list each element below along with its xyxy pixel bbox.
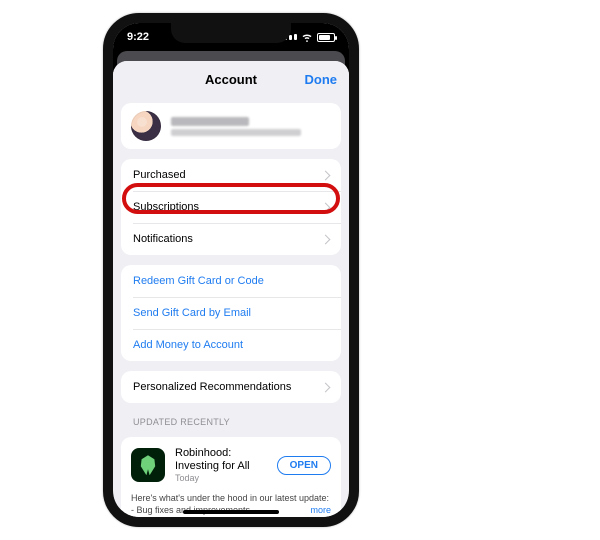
link-add-money[interactable]: Add Money to Account (121, 329, 341, 361)
profile-email-redacted (171, 129, 301, 136)
link-redeem[interactable]: Redeem Gift Card or Code (121, 265, 341, 297)
chevron-right-icon (321, 382, 331, 392)
menu-notifications[interactable]: Notifications (121, 223, 341, 255)
profile-row[interactable] (121, 103, 341, 149)
app-row[interactable]: Robinhood: Investing for All Today OPEN (121, 437, 341, 493)
profile-text (171, 117, 301, 136)
wifi-icon (301, 31, 313, 43)
app-title: Robinhood: Investing for All (175, 447, 267, 473)
personalized-group: Personalized Recommendations (121, 371, 341, 403)
account-sheet: Account Done Purchased (113, 61, 349, 517)
menu-label: Purchased (133, 169, 186, 181)
done-button[interactable]: Done (305, 61, 338, 97)
sheet-header: Account Done (113, 61, 349, 97)
menu-subscriptions[interactable]: Subscriptions (121, 191, 341, 223)
page-title: Account (205, 72, 257, 87)
personalized-recommendations[interactable]: Personalized Recommendations (121, 371, 341, 403)
section-updated-recently: UPDATED RECENTLY (133, 417, 337, 427)
menu-label: Personalized Recommendations (133, 381, 291, 393)
device-notch (171, 23, 291, 43)
avatar (131, 111, 161, 141)
home-indicator[interactable] (183, 510, 279, 514)
chevron-right-icon (321, 234, 331, 244)
chevron-right-icon (321, 170, 331, 180)
status-time: 9:22 (127, 31, 149, 43)
more-link[interactable]: more (310, 505, 331, 517)
app-subtitle: Today (175, 473, 267, 483)
sheet-scroll[interactable]: Purchased Subscriptions Notifications Re… (113, 97, 349, 517)
phone-frame: 9:22 Account Done (103, 13, 359, 527)
menu-group: Purchased Subscriptions Notifications (121, 159, 341, 255)
app-icon-robinhood (131, 448, 165, 482)
chevron-right-icon (321, 202, 331, 212)
open-button[interactable]: OPEN (277, 456, 331, 475)
app-card-robinhood: Robinhood: Investing for All Today OPEN … (121, 437, 341, 517)
menu-purchased[interactable]: Purchased (121, 159, 341, 191)
menu-label: Subscriptions (133, 201, 199, 213)
feather-icon (140, 455, 156, 475)
phone-screen: 9:22 Account Done (113, 23, 349, 517)
profile-group (121, 103, 341, 149)
links-group: Redeem Gift Card or Code Send Gift Card … (121, 265, 341, 361)
menu-label: Notifications (133, 233, 193, 245)
profile-name-redacted (171, 117, 249, 126)
battery-icon (317, 33, 335, 42)
link-send-gift[interactable]: Send Gift Card by Email (121, 297, 341, 329)
app-meta: Robinhood: Investing for All Today (175, 447, 267, 483)
